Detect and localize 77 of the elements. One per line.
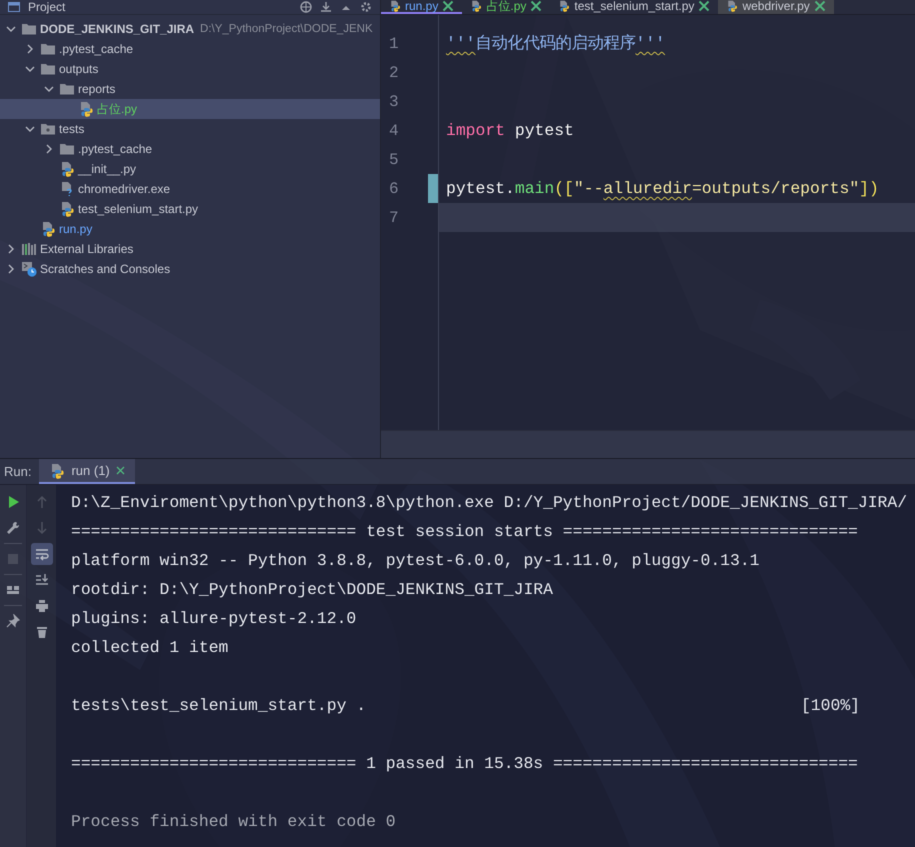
tree-item[interactable]: External Libraries (0, 239, 380, 259)
project-view-icon[interactable] (8, 1, 20, 13)
console-line: ============================= test session starts ============================== (71, 521, 858, 543)
code-line: pytest.main(["--alluredir=outputs/reports"]) (445, 178, 879, 200)
folder-icon (40, 41, 56, 57)
close-icon[interactable] (698, 0, 710, 12)
close-icon[interactable] (116, 466, 125, 475)
layout-icon (6, 583, 20, 597)
scratches-icon (21, 261, 37, 277)
tree-item[interactable]: .pytest_cache (0, 39, 380, 59)
down-arrow-icon (34, 521, 48, 535)
python-file-icon (470, 0, 482, 12)
file-tab[interactable]: 占位.py (462, 0, 550, 14)
folder-icon (21, 21, 37, 37)
code-line: '''自动化代码的启动程序''' (445, 33, 666, 55)
line-number: 1 (388, 34, 399, 52)
test-folder-icon (40, 121, 56, 137)
tree-item[interactable]: run.py (0, 219, 380, 239)
up-arrow-icon (34, 495, 48, 509)
wrench-icon (6, 521, 20, 535)
scroll-to-end-icon (34, 573, 48, 587)
progress-percent: [100%] (800, 695, 861, 717)
console-line: plugins: allure-pytest-2.12.0 (71, 608, 356, 630)
console-line: rootdir: D:\Y_PythonProject\DODE_JENKINS_GIT_JIRA (71, 579, 553, 601)
tree-item[interactable]: __init__.py (0, 159, 380, 179)
console-line: collected 1 item (71, 637, 228, 659)
code-line: import pytest (445, 120, 574, 142)
line-number: 5 (388, 150, 399, 168)
pin-icon (6, 614, 20, 628)
python-file-icon (59, 201, 75, 217)
tree-item[interactable]: 占位.py (0, 99, 380, 119)
console-line: tests\test_selenium_start.py . (71, 695, 366, 717)
close-icon[interactable] (442, 0, 454, 12)
locate-icon[interactable] (300, 1, 312, 13)
file-tab[interactable]: webdriver.py (718, 0, 834, 14)
tree-item[interactable]: outputs (0, 59, 380, 79)
close-icon[interactable] (530, 0, 542, 12)
folder-icon (59, 81, 75, 97)
console-line: platform win32 -- Python 3.8.8, pytest-6.0.0, py-1.11.0, pluggy-0.13.1 (71, 550, 760, 572)
file-tab[interactable]: test_selenium_start.py (550, 0, 718, 14)
python-file-icon (726, 0, 738, 12)
line-number: 7 (388, 208, 399, 226)
trash-icon (34, 625, 48, 639)
line-number: 6 (388, 180, 399, 198)
close-icon[interactable] (814, 0, 826, 12)
python-file-icon (49, 462, 66, 478)
python-file-icon (78, 101, 94, 117)
soft-wrap-button[interactable] (30, 543, 52, 565)
run-icon (6, 495, 20, 509)
folder-icon (59, 141, 75, 157)
libraries-icon (21, 241, 37, 257)
tree-item[interactable]: .pytest_cache (0, 139, 380, 159)
console-line: ============================= 1 passed in 15.38s =============================== (71, 753, 858, 775)
python-file-icon (558, 0, 570, 12)
soft-wrap-icon (34, 547, 48, 561)
line-number: 2 (388, 64, 399, 82)
python-file-icon (389, 0, 401, 12)
tree-item[interactable]: reports (0, 79, 380, 99)
printer-icon (34, 599, 48, 613)
run-tab[interactable]: run (1) (39, 459, 135, 484)
python-file-icon (59, 161, 75, 177)
tree-item[interactable]: DODE_JENKINS_GIT_JIRA D:\Y_PythonProject\DODE_JENK (0, 19, 380, 39)
tree-item[interactable]: Scratches and Consoles (0, 259, 380, 279)
collapse-icon[interactable] (320, 1, 332, 13)
console-line: Process finished with exit code 0 (71, 811, 396, 833)
stop-icon (6, 552, 20, 566)
panel-title[interactable]: Project (28, 0, 66, 14)
settings-icon[interactable] (360, 1, 372, 13)
tree-item[interactable]: test_selenium_start.py (0, 199, 380, 219)
line-number: 3 (388, 92, 399, 110)
python-file-icon (40, 221, 56, 237)
tree-item[interactable]: chromedriver.exe (0, 179, 380, 199)
folder-icon (40, 61, 56, 77)
console-line: D:\Z_Enviroment\python\python3.8\python.exe D:/Y_PythonProject/DODE_JENKINS_GIT_JIRA/ (71, 492, 908, 514)
tree-item[interactable]: tests (0, 119, 380, 139)
run-label: Run: (3, 464, 32, 479)
line-number: 4 (388, 122, 399, 140)
